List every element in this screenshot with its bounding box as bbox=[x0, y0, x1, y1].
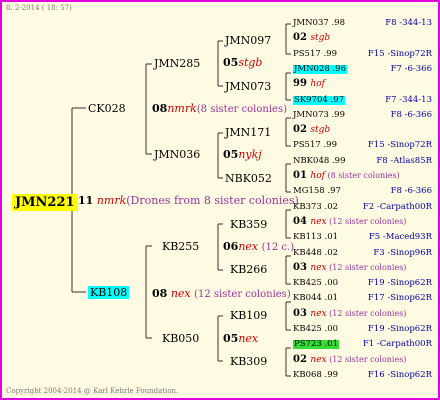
l4-gen: 02 stgb bbox=[293, 124, 331, 135]
l4-colony[interactable]: KB113 .01 bbox=[293, 233, 338, 242]
pedigree-frame: 8. 2-2014 ( 18: 57) Copyright 2004-2014 … bbox=[0, 0, 440, 400]
root-note: (Drones from 8 sister colonies) bbox=[126, 194, 299, 207]
l4-reference: F19 -Sinop62R bbox=[367, 278, 432, 288]
l4-colony[interactable]: KB068 .99 bbox=[293, 371, 338, 380]
l4-colony[interactable]: JMN037 .98 bbox=[293, 19, 345, 28]
l4-reference: F16 -Sinop62R bbox=[367, 370, 432, 380]
l4-reference: F15 -Sinop72R bbox=[367, 49, 432, 59]
l4-colony[interactable]: PS517 .99 bbox=[293, 141, 337, 150]
l1-gen: 08nmrk(8 sister colonies) bbox=[152, 102, 287, 115]
l4-colony[interactable]: KB044 .01 bbox=[293, 294, 338, 303]
l3-colony[interactable]: JMN097 bbox=[225, 35, 271, 46]
copyright: Copyright 2004-2014 @ Karl Kehrle Founda… bbox=[6, 387, 179, 395]
l2-colony[interactable]: KB050 bbox=[162, 333, 199, 344]
root-code: nmrk bbox=[96, 194, 127, 207]
date-stamp: 8. 2-2014 ( 18: 57) bbox=[6, 4, 72, 12]
l2-colony[interactable]: JMN285 bbox=[154, 58, 200, 69]
l4-reference: F3 -Sinop96R bbox=[373, 248, 432, 258]
l4-colony[interactable]: KB373 .02 bbox=[293, 203, 338, 212]
l2-colony[interactable]: JMN036 bbox=[154, 149, 200, 160]
l4-reference: F8 -344-13 bbox=[385, 18, 432, 28]
l4-colony[interactable]: PS723 .01 bbox=[293, 340, 339, 349]
l1-gen: 08 nex (12 sister colonies) bbox=[152, 287, 291, 300]
l4-reference: F2 -Carpath00R bbox=[362, 202, 432, 212]
l4-colony[interactable]: JMN073 .99 bbox=[293, 111, 345, 120]
l4-gen: 02 nex (12 sister colonies) bbox=[293, 354, 407, 365]
l4-reference: F15 -Sinop72R bbox=[367, 140, 432, 150]
l2-gen: 05nykj bbox=[223, 148, 262, 161]
l3-colony[interactable]: KB309 bbox=[230, 356, 267, 367]
l4-reference: F8 -Atlas85R bbox=[376, 156, 432, 166]
l1-colony[interactable]: KB108 bbox=[88, 286, 130, 299]
l4-colony[interactable]: KB425 .00 bbox=[293, 325, 338, 334]
l4-reference: F8 -6-366 bbox=[390, 110, 432, 120]
l2-gen: 06nex (12 c.) bbox=[223, 240, 295, 253]
l4-colony[interactable]: JMN028 .96 bbox=[293, 65, 347, 74]
l4-reference: F1 -Carpath00R bbox=[362, 339, 432, 349]
l3-colony[interactable]: JMN171 bbox=[225, 127, 271, 138]
l4-gen: 04 nex (12 sister colonies) bbox=[293, 216, 407, 227]
l4-reference: F7 -6-366 bbox=[390, 64, 432, 74]
l4-colony[interactable]: KB425 .00 bbox=[293, 279, 338, 288]
l4-gen: 99 hof bbox=[293, 78, 325, 89]
l4-colony[interactable]: SK9704 .97 bbox=[293, 96, 346, 105]
l4-reference: F19 -Sinop62R bbox=[367, 324, 432, 334]
l4-colony[interactable]: PS517 .99 bbox=[293, 50, 337, 59]
l3-colony[interactable]: KB109 bbox=[230, 310, 267, 321]
l4-reference: F5 -Maced93R bbox=[368, 232, 432, 242]
l4-gen: 02 stgb bbox=[293, 32, 331, 43]
l2-gen: 05nex bbox=[223, 332, 259, 345]
l3-colony[interactable]: JMN073 bbox=[225, 81, 271, 92]
root-colony[interactable]: JMN221 bbox=[12, 194, 78, 211]
l4-reference: F7 -344-13 bbox=[385, 95, 432, 105]
l4-gen: 03 nex (12 sister colonies) bbox=[293, 308, 407, 319]
l1-colony[interactable]: CK028 bbox=[88, 103, 126, 114]
l3-colony[interactable]: NBK052 bbox=[225, 173, 272, 184]
l2-gen: 05stgb bbox=[223, 56, 263, 69]
l4-colony[interactable]: NBK048 .99 bbox=[293, 157, 345, 166]
l4-gen: 03 nex (12 sister colonies) bbox=[293, 262, 407, 273]
l3-colony[interactable]: KB359 bbox=[230, 219, 267, 230]
l4-colony[interactable]: KB448 .02 bbox=[293, 249, 338, 258]
l4-gen: 01 hof (8 sister colonies) bbox=[293, 170, 400, 181]
l4-colony[interactable]: MG158 .97 bbox=[293, 187, 341, 196]
root-gen: 11 nmrk(Drones from 8 sister colonies) bbox=[78, 194, 299, 207]
l2-colony[interactable]: KB255 bbox=[162, 241, 199, 252]
l4-reference: F8 -6-366 bbox=[390, 186, 432, 196]
l4-reference: F17 -Sinop62R bbox=[367, 293, 432, 303]
l3-colony[interactable]: KB266 bbox=[230, 264, 267, 275]
